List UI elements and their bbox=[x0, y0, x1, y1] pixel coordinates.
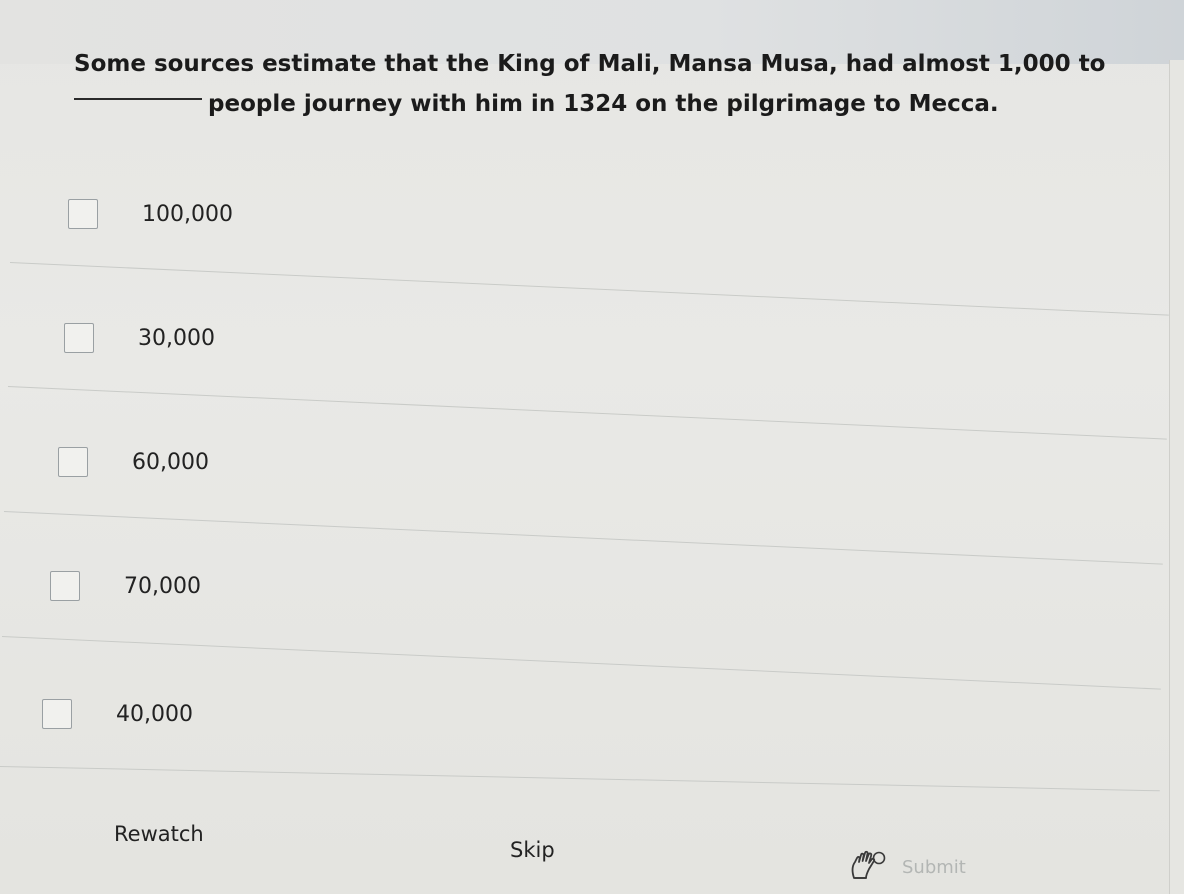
option-row[interactable]: 30,000 bbox=[64, 308, 215, 368]
option-label: 100,000 bbox=[142, 201, 233, 227]
question-line-2: people journey with him in 1324 on the p… bbox=[74, 84, 999, 124]
rewatch-button[interactable]: Rewatch bbox=[114, 822, 204, 846]
option-checkbox[interactable] bbox=[58, 447, 88, 477]
option-checkbox[interactable] bbox=[42, 699, 72, 729]
option-divider bbox=[1, 636, 1161, 690]
option-label: 40,000 bbox=[116, 701, 193, 727]
question-line-1: Some sources estimate that the King of M… bbox=[74, 51, 1106, 77]
option-row[interactable]: 70,000 bbox=[50, 556, 201, 616]
option-divider bbox=[0, 766, 1160, 792]
quiz-screen: Some sources estimate that the King of M… bbox=[0, 0, 1184, 894]
option-label: 70,000 bbox=[124, 573, 201, 599]
skip-button[interactable]: Skip bbox=[510, 838, 555, 862]
option-row[interactable]: 40,000 bbox=[42, 684, 193, 744]
submit-button[interactable]: Submit bbox=[846, 848, 966, 886]
answer-blank bbox=[74, 97, 202, 100]
right-edge bbox=[1169, 60, 1184, 894]
submit-label: Submit bbox=[902, 856, 966, 878]
option-label: 60,000 bbox=[132, 449, 209, 475]
option-row[interactable]: 60,000 bbox=[58, 432, 209, 492]
option-checkbox[interactable] bbox=[50, 571, 80, 601]
option-checkbox[interactable] bbox=[64, 323, 94, 353]
option-label: 30,000 bbox=[138, 325, 215, 351]
raised-hand-icon bbox=[846, 848, 888, 886]
option-checkbox[interactable] bbox=[68, 199, 98, 229]
question-line-2-text: people journey with him in 1324 on the p… bbox=[208, 91, 999, 117]
option-row[interactable]: 100,000 bbox=[68, 184, 233, 244]
